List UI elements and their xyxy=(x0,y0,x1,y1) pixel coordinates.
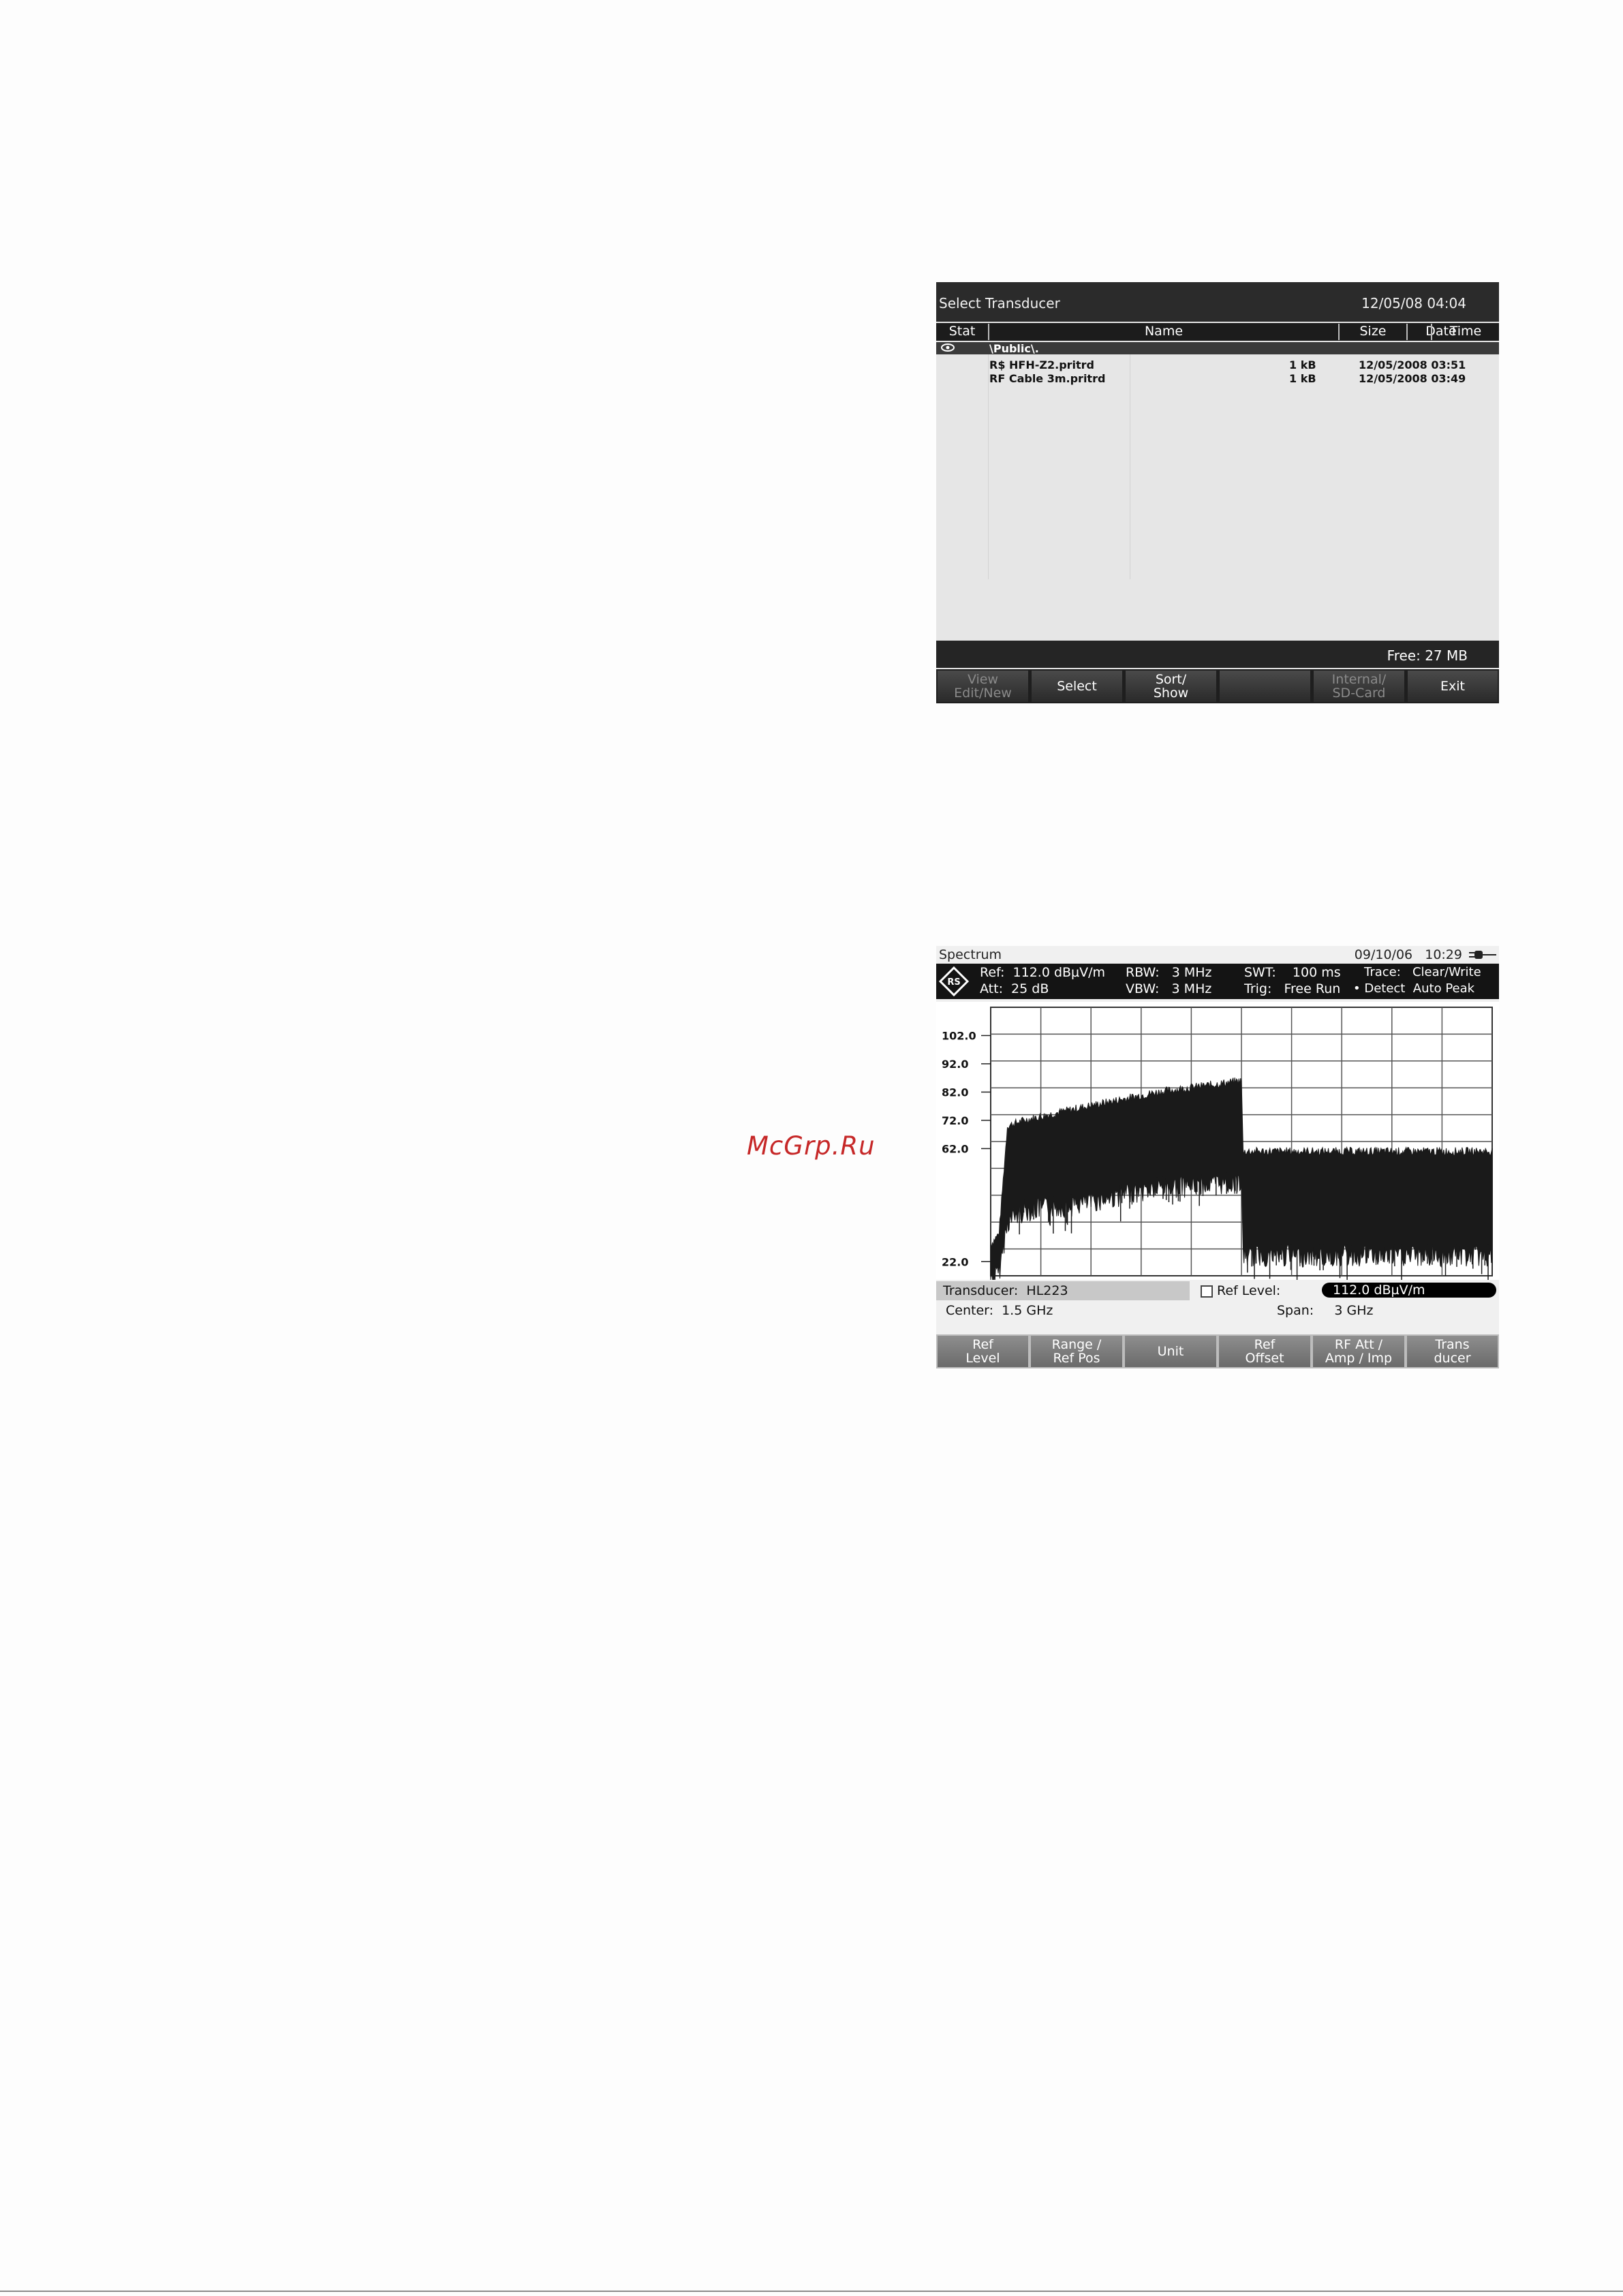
battery-plug-icon xyxy=(1469,951,1496,959)
softkey-range-ref-pos[interactable]: Range / Ref Pos xyxy=(1031,1336,1122,1367)
vbw-setting: VBW: 3 MHz xyxy=(1126,981,1212,996)
folder-path: \Public\. xyxy=(989,342,1039,355)
transducer-line: Transducer: HL223 Ref Level: 112.0 dBµV/… xyxy=(936,1281,1499,1300)
ref-level-checkbox[interactable] xyxy=(1201,1285,1213,1298)
softkey-exit[interactable]: Exit xyxy=(1408,671,1498,702)
softkey-ref-offset[interactable]: Ref Offset xyxy=(1219,1336,1310,1367)
rbw-setting: RBW: 3 MHz xyxy=(1126,965,1212,980)
ref-level-input[interactable]: 112.0 dBµV/m xyxy=(1322,1283,1496,1298)
page-bottom-rule xyxy=(0,2291,1623,2292)
file-row[interactable]: RF Cable 3m.pritrd 1 kB 12/05/2008 03:49 xyxy=(936,372,1499,386)
y-tick-label: 22.0 xyxy=(942,1255,968,1268)
spectrum-chart: 102.0 92.0 82.0 72.0 62.0 22.0 xyxy=(942,1007,1493,1286)
detect-setting: • Detect Auto Peak xyxy=(1353,981,1475,996)
softkey-transducer[interactable]: Trans ducer xyxy=(1407,1336,1498,1367)
y-tick-label: 102.0 xyxy=(942,1029,976,1042)
y-tick-label: 72.0 xyxy=(942,1114,968,1127)
center-frequency: Center: 1.5 GHz xyxy=(946,1303,1053,1318)
y-tick-label: 62.0 xyxy=(942,1142,968,1155)
span-frequency: Span: 3 GHz xyxy=(1277,1303,1374,1318)
rs-logo-icon: RS xyxy=(939,966,969,996)
svg-text:RS: RS xyxy=(947,977,960,988)
trig-setting: Trig: Free Run xyxy=(1244,981,1341,996)
file-size: 1 kB xyxy=(1289,358,1316,371)
mode-title: Spectrum xyxy=(939,947,1002,962)
softkey-ref-level[interactable]: Ref Level xyxy=(938,1336,1028,1367)
file-datetime: 12/05/2008 03:51 xyxy=(1359,358,1466,371)
column-divider xyxy=(988,354,989,579)
settings-bar: RS Ref: 112.0 dBµV/m Att: 25 dB RBW: 3 M… xyxy=(936,964,1499,999)
column-name[interactable]: Name xyxy=(988,324,1338,340)
softkey-internal-sd-card[interactable]: Internal/ SD-Card xyxy=(1314,671,1404,702)
att-setting: Att: 25 dB xyxy=(980,981,1049,996)
softkey-unit[interactable]: Unit xyxy=(1125,1336,1216,1367)
y-tick-label: 82.0 xyxy=(942,1086,968,1099)
free-space: Free: 27 MB xyxy=(1387,647,1468,664)
swt-setting: SWT: 100 ms xyxy=(1244,965,1341,980)
frequency-line: Center: 1.5 GHz Span: 3 GHz xyxy=(936,1302,1499,1319)
column-time[interactable]: Time xyxy=(1431,324,1499,340)
file-datetime: 12/05/2008 03:49 xyxy=(1359,372,1466,385)
column-size[interactable]: Size xyxy=(1338,324,1406,340)
date-time: 09/10/06 10:29 xyxy=(1354,947,1462,962)
title-bar: Select Transducer 12/05/08 04:04 xyxy=(936,282,1499,322)
softkey-sort-show[interactable]: Sort/ Show xyxy=(1126,671,1216,702)
folder-path-row[interactable]: \Public\. xyxy=(936,342,1499,355)
select-transducer-screen: Select Transducer 12/05/08 04:04 Stat Na… xyxy=(936,282,1499,703)
y-tick-label: 92.0 xyxy=(942,1058,968,1071)
file-size: 1 kB xyxy=(1289,372,1316,385)
status-bar: Free: 27 MB xyxy=(936,641,1499,668)
softkey-bar: View Edit/New Select Sort/ Show Internal… xyxy=(936,669,1499,703)
softkey-rf-att-amp-imp[interactable]: RF Att / Amp / Imp xyxy=(1313,1336,1404,1367)
column-header: Stat Name Size Date Time xyxy=(936,323,1499,341)
y-axis: 102.0 92.0 82.0 72.0 62.0 22.0 xyxy=(942,1029,991,1268)
trace-setting: Trace: Clear/Write xyxy=(1364,965,1481,979)
column-stat[interactable]: Stat xyxy=(936,324,988,340)
ref-level-value: 112.0 dBµV/m xyxy=(1333,1283,1425,1298)
folder-icon xyxy=(941,343,955,352)
softkey-select[interactable]: Select xyxy=(1032,671,1122,702)
spectrum-screen: Spectrum 09/10/06 10:29 RS Ref: 112.0 dB… xyxy=(936,946,1499,1368)
file-row[interactable]: R$ HFH-Z2.pritrd 1 kB 12/05/2008 03:51 xyxy=(936,358,1499,372)
file-name: RF Cable 3m.pritrd xyxy=(989,372,1106,385)
screen-title: Select Transducer xyxy=(939,295,1060,311)
spectrum-plot[interactable]: 102.0 92.0 82.0 72.0 62.0 22.0 xyxy=(936,1002,1499,1286)
softkey-bar: Ref Level Range / Ref Pos Unit Ref Offse… xyxy=(936,1334,1499,1368)
ref-level-label: Ref Level: xyxy=(1217,1283,1281,1298)
date-time: 12/05/08 04:04 xyxy=(1361,295,1466,311)
softkey-empty[interactable] xyxy=(1220,671,1310,702)
watermark-text: McGrp.Ru xyxy=(747,1131,876,1161)
ref-setting: Ref: 112.0 dBµV/m xyxy=(980,965,1106,980)
transducer-status: Transducer: HL223 xyxy=(936,1281,1190,1300)
mode-header: Spectrum 09/10/06 10:29 xyxy=(936,946,1499,962)
softkey-view-edit-new[interactable]: View Edit/New xyxy=(938,671,1028,702)
file-name: R$ HFH-Z2.pritrd xyxy=(989,358,1095,371)
